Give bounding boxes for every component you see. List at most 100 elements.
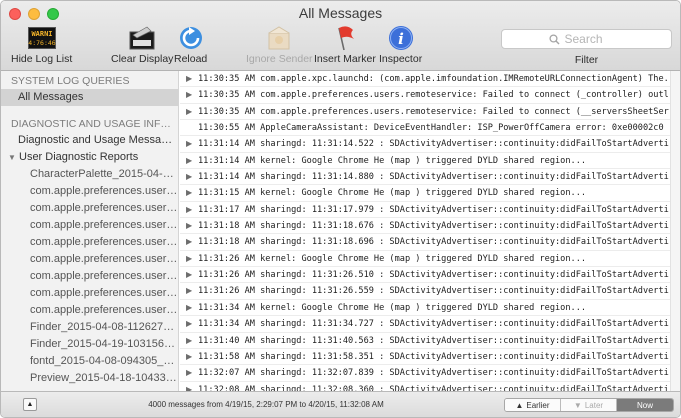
expand-triangle-icon[interactable]: ▶ [186, 87, 198, 102]
log-message-text: 11:30:35 AM com.apple.xpc.launchd: (com.… [198, 74, 670, 84]
log-row[interactable]: ▶ 11:32:08 AM sharingd: 11:32:08.360 : SD… [180, 382, 670, 391]
expand-triangle-icon[interactable]: ▶ [186, 283, 198, 298]
expand-triangle-icon[interactable]: ▶ [186, 202, 198, 217]
now-button[interactable]: Now [617, 399, 673, 411]
hide-log-list-button[interactable]: WARNI 4:76:46 Hide Log List [11, 25, 72, 65]
reload-button[interactable]: Reload [174, 25, 207, 65]
log-row[interactable]: ▶ 11:30:35 AM com.apple.xpc.launchd: (com… [180, 71, 670, 88]
sidebar-item-report[interactable]: com.apple.preferences.users.r... [1, 285, 178, 302]
earlier-button[interactable]: ▲ Earlier [505, 399, 561, 411]
log-message-text: 11:31:26 AM kernel: Google Chrome He (ma… [198, 253, 587, 264]
log-message-text: 11:31:15 AM kernel: Google Chrome He (ma… [198, 188, 587, 199]
expand-triangle-icon[interactable]: ▶ [186, 267, 198, 282]
filter-label: Filter [574, 54, 599, 66]
log-row[interactable]: ▶ 11:31:14 AM kernel: Google Chrome He (m… [180, 153, 670, 170]
sidebar-item-diagnostic-messages[interactable]: Diagnostic and Usage Messages [1, 132, 178, 149]
expand-triangle-icon[interactable]: ▶ [186, 185, 198, 200]
sidebar-item-report[interactable]: com.apple.preferences.users.r... [1, 302, 178, 319]
log-message-text: 11:31:14 AM sharingd: 11:31:14.880 : SDA… [198, 172, 670, 183]
sidebar-item-report[interactable]: com.apple.preferences.users.r... [1, 217, 178, 234]
log-row[interactable]: ▶ 11:31:17 AM sharingd: 11:31:17.979 : SD… [180, 202, 670, 219]
log-message-text: 11:31:26 AM sharingd: 11:31:26.559 : SDA… [198, 286, 670, 297]
clear-display-button[interactable]: Clear Display [111, 25, 173, 65]
search-icon [548, 33, 559, 44]
report-list: CharacterPalette_2015-04-14-... com.apple… [1, 166, 178, 387]
marker-flag-icon [338, 26, 354, 51]
later-button[interactable]: ▼ Later [561, 399, 617, 411]
expand-triangle-icon[interactable]: ▶ [186, 349, 198, 364]
log-list-sidebar[interactable]: SYSTEM LOG QUERIES All Messages DIAGNOST… [1, 71, 179, 391]
earlier-arrow-icon: ▲ [515, 400, 524, 410]
log-row[interactable]: ▶ 11:30:35 AM com.apple.preferences.users… [180, 104, 670, 121]
diagnostic-usage-header: DIAGNOSTIC AND USAGE INFORM... [11, 118, 178, 130]
log-row[interactable]: ▶ 11:31:14 AM sharingd: 11:31:14.522 : SD… [180, 136, 670, 153]
log-row[interactable]: ▶ 11:30:35 AM com.apple.preferences.users… [180, 87, 670, 104]
expand-triangle-icon[interactable]: ▶ [186, 169, 198, 184]
log-row[interactable]: ▶ 11:31:34 AM kernel: Google Chrome He (m… [180, 300, 670, 317]
expand-triangle-icon[interactable]: ▶ [186, 136, 198, 151]
sidebar-item-report[interactable]: com.apple.preferences.users.r... [1, 234, 178, 251]
info-icon: i [388, 26, 413, 50]
log-row[interactable]: ▶ 11:31:18 AM sharingd: 11:31:18.676 : SD… [180, 218, 670, 235]
later-label: Later [584, 400, 604, 410]
log-row[interactable]: ▶ 11:31:26 AM sharingd: 11:31:26.510 : SD… [180, 267, 670, 284]
log-row[interactable]: ▶ 11:31:26 AM kernel: Google Chrome He (m… [180, 251, 670, 268]
sidebar-item-report[interactable]: Finder_2015-04-08-112627_Re... [1, 319, 178, 336]
sidebar-item-report[interactable]: com.apple.preferences.users.r... [1, 251, 178, 268]
expand-triangle-icon[interactable]: ▶ [186, 316, 198, 331]
log-message-text: 11:32:07 AM sharingd: 11:32:07.839 : SDA… [198, 368, 670, 379]
log-message-text: 11:31:34 AM kernel: Google Chrome He (ma… [198, 302, 587, 313]
expand-triangle-icon[interactable]: ▶ [186, 153, 198, 168]
ignore-sender-button[interactable]: Ignore Sender [246, 25, 313, 65]
sidebar-item-report[interactable]: Finder_2015-04-19-103156_Re... [1, 336, 178, 353]
search-field[interactable] [501, 29, 672, 49]
sidebar-item-report[interactable]: CharacterPalette_2015-04-14-... [1, 166, 178, 183]
expand-triangle-icon[interactable]: ▶ [186, 234, 198, 249]
expand-triangle-icon[interactable]: ▶ [186, 365, 198, 380]
log-row[interactable]: ▶ 11:31:40 AM sharingd: 11:31:40.563 : SD… [180, 333, 670, 349]
user-reports-label: User Diagnostic Reports [19, 151, 139, 163]
log-row[interactable]: ▶ 11:31:15 AM kernel: Google Chrome He (m… [180, 185, 670, 202]
toggle-sidebar-button[interactable]: ▲ [23, 398, 37, 411]
clear-display-label: Clear Display [111, 53, 174, 65]
disclosure-triangle-icon[interactable]: ▼ [8, 149, 19, 166]
expand-triangle-icon[interactable]: ▶ [186, 382, 198, 391]
expand-triangle-icon[interactable]: ▶ [186, 251, 198, 266]
expand-triangle-icon[interactable]: ▶ [186, 218, 198, 233]
sidebar-item-report[interactable]: fontd_2015-04-08-094305_R... [1, 353, 178, 370]
clear-display-icon [129, 26, 155, 50]
log-row[interactable]: ▶11:30:55 AM AppleCameraAssistant: Devic… [180, 120, 670, 137]
log-row[interactable]: ▶ 11:31:58 AM sharingd: 11:31:58.351 : SD… [180, 349, 670, 366]
toolbar: All Messages WARNI 4:76:46 Hide Log List… [1, 1, 680, 71]
sidebar-item-report[interactable]: com.apple.preferences.users.r... [1, 200, 178, 217]
ignore-sender-label: Ignore Sender [246, 53, 313, 65]
log-row[interactable]: ▶ 11:31:34 AM sharingd: 11:31:34.727 : SD… [180, 316, 670, 333]
log-message-text: 11:31:34 AM sharingd: 11:31:34.727 : SDA… [198, 319, 670, 330]
sidebar-item-report[interactable]: Preview_2015-04-18-104335... [1, 370, 178, 387]
expand-triangle-icon[interactable]: ▶ [186, 71, 198, 86]
expand-triangle-icon[interactable]: ▶ [186, 333, 198, 348]
log-row[interactable]: ▶ 11:31:14 AM sharingd: 11:31:14.880 : SD… [180, 169, 670, 186]
log-message-text: 11:31:40 AM sharingd: 11:31:40.563 : SDA… [198, 335, 670, 346]
log-row[interactable]: ▶ 11:31:26 AM sharingd: 11:31:26.559 : SD… [180, 283, 670, 300]
sidebar-item-user-diagnostic-reports[interactable]: ▼ User Diagnostic Reports [1, 149, 178, 166]
search-input[interactable] [564, 32, 625, 46]
insert-marker-button[interactable]: Insert Marker [314, 25, 376, 65]
insert-marker-label: Insert Marker [314, 53, 376, 65]
log-row[interactable]: ▶ 11:31:18 AM sharingd: 11:31:18.696 : SD… [180, 234, 670, 251]
svg-text:4:76:46: 4:76:46 [28, 39, 55, 47]
inspector-button[interactable]: i Inspector [379, 25, 422, 65]
expand-triangle-icon[interactable]: ▶ [186, 300, 198, 315]
reload-icon [179, 27, 202, 49]
inspector-label: Inspector [379, 53, 423, 65]
sidebar-item-all-messages[interactable]: All Messages [1, 89, 178, 106]
expand-triangle-icon[interactable]: ▶ [186, 104, 198, 119]
log-scrollbar[interactable] [670, 71, 680, 391]
log-message-text: 11:30:35 AM com.apple.preferences.users.… [198, 90, 670, 101]
sidebar-item-report[interactable]: com.apple.preferences.users.r... [1, 268, 178, 285]
log-message-table[interactable]: ▶ 11:30:35 AM com.apple.xpc.launchd: (com… [180, 71, 670, 391]
ignore-sender-icon [268, 26, 290, 50]
log-row[interactable]: ▶ 11:32:07 AM sharingd: 11:32:07.839 : SD… [180, 365, 670, 382]
sidebar-item-report[interactable]: com.apple.preferences.users.r... [1, 183, 178, 200]
log-message-text: 11:31:58 AM sharingd: 11:31:58.351 : SDA… [198, 351, 670, 362]
